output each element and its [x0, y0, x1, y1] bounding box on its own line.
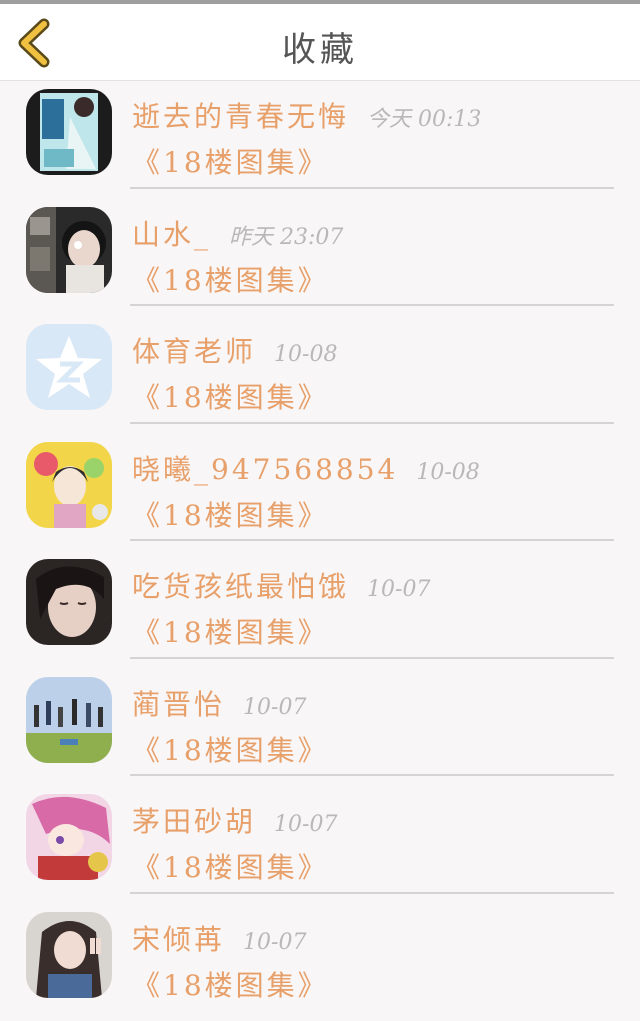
timestamp: 10-07 [367, 577, 430, 602]
timestamp: 10-08 [274, 342, 337, 367]
user-name[interactable]: 山水_ [132, 218, 211, 251]
timestamp: 10-08 [416, 460, 479, 485]
name-line: 茅田砂胡 10-07 [132, 800, 337, 840]
list-item[interactable]: 宋倾苒 10-07 《18楼图集》 [0, 904, 640, 1021]
girl-closeup-avatar [26, 559, 112, 645]
girl-photo-avatar [26, 207, 112, 293]
divider [130, 657, 614, 659]
qzone-star-avatar [26, 324, 112, 410]
user-name[interactable]: 茅田砂胡 [132, 805, 256, 838]
divider [130, 774, 614, 776]
name-line: 蔺晋怡 10-07 [132, 683, 306, 723]
name-line: 山水_ 昨天 23:07 [132, 213, 343, 253]
source-label: 《18楼图集》 [132, 141, 329, 181]
anime-yellow-avatar [26, 442, 112, 528]
source-label: 《18楼图集》 [132, 729, 329, 769]
timestamp: 今天 00:13 [367, 107, 481, 132]
user-name[interactable]: 吃货孩纸最怕饿 [132, 570, 349, 603]
source-label: 《18楼图集》 [132, 964, 329, 1004]
timestamp: 10-07 [274, 812, 337, 837]
list-item[interactable]: 山水_ 昨天 23:07 《18楼图集》 [0, 199, 640, 317]
page-title: 收藏 [0, 22, 640, 71]
divider [130, 304, 614, 306]
divider [130, 892, 614, 894]
name-line: 吃货孩纸最怕饿 10-07 [132, 565, 430, 605]
source-label: 《18楼图集》 [132, 494, 329, 534]
name-line: 逝去的青春无悔今天 00:13 [132, 95, 481, 135]
list-item[interactable]: 晓曦_947568854 10-08 《18楼图集》 [0, 434, 640, 552]
timestamp: 昨天 23:07 [229, 225, 343, 250]
user-name[interactable]: 逝去的青春无悔 [132, 100, 349, 133]
divider [130, 539, 614, 541]
user-name[interactable]: 体育老师 [132, 335, 256, 368]
girl-peace-sign-avatar [26, 912, 112, 998]
name-line: 体育老师 10-08 [132, 330, 337, 370]
list-item[interactable]: 逝去的青春无悔今天 00:13 《18楼图集》 [0, 81, 640, 199]
list-item[interactable]: 茅田砂胡 10-07 《18楼图集》 [0, 786, 640, 904]
timestamp: 10-07 [243, 695, 306, 720]
list-item[interactable]: 吃货孩纸最怕饿 10-07 《18楼图集》 [0, 551, 640, 669]
user-name[interactable]: 宋倾苒 [132, 923, 225, 956]
source-label: 《18楼图集》 [132, 259, 329, 299]
source-label: 《18楼图集》 [132, 846, 329, 886]
favorites-list: 逝去的青春无悔今天 00:13 《18楼图集》 山水_ 昨天 23:07 《18楼… [0, 81, 640, 1021]
anime-purple-avatar [26, 794, 112, 880]
divider [130, 187, 614, 189]
list-item[interactable]: 体育老师 10-08 《18楼图集》 [0, 316, 640, 434]
name-line: 宋倾苒 10-07 [132, 918, 306, 958]
divider [130, 422, 614, 424]
book-cover-avatar [26, 89, 112, 175]
list-item[interactable]: 蔺晋怡 10-07 《18楼图集》 [0, 669, 640, 787]
timestamp: 10-07 [243, 930, 306, 955]
top-navigation-bar: 收藏 [0, 4, 640, 81]
jumping-group-avatar [26, 677, 112, 763]
user-name[interactable]: 晓曦_947568854 [132, 453, 398, 486]
user-name[interactable]: 蔺晋怡 [132, 688, 225, 721]
source-label: 《18楼图集》 [132, 611, 329, 651]
name-line: 晓曦_947568854 10-08 [132, 448, 480, 488]
source-label: 《18楼图集》 [132, 376, 329, 416]
